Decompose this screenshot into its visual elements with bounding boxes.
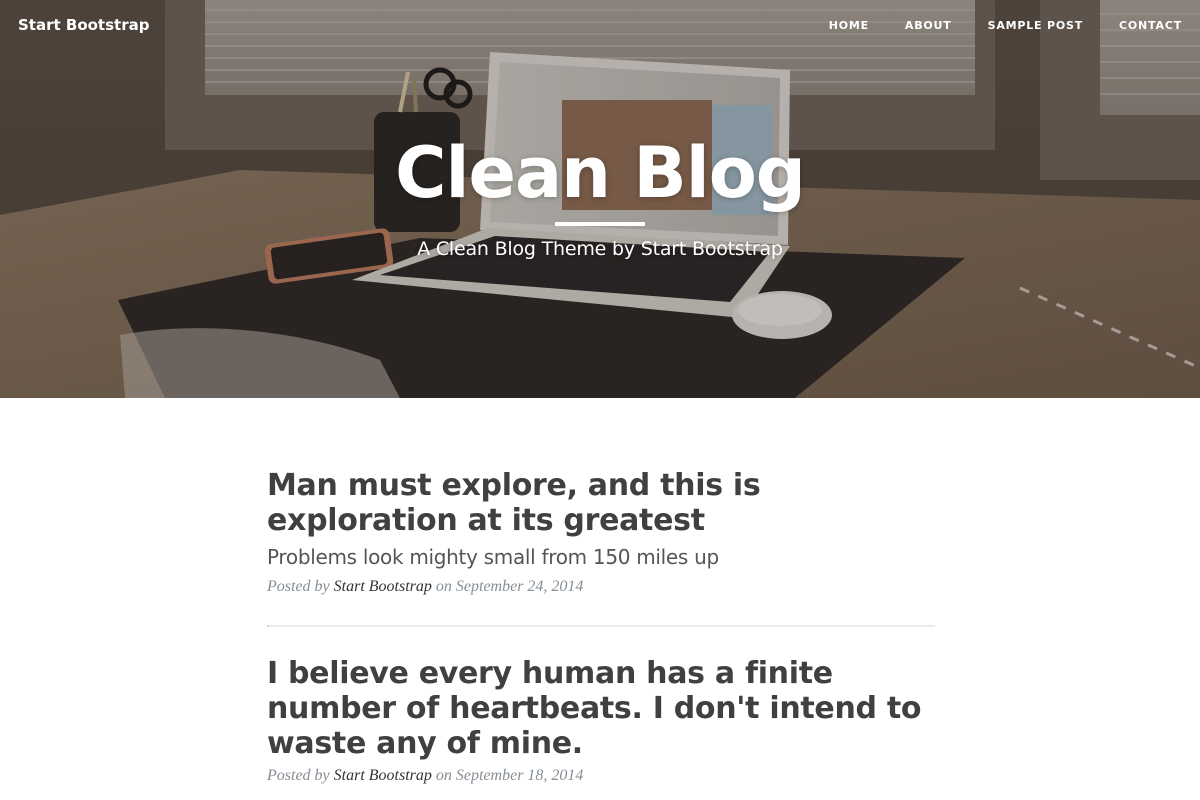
post-meta-on: on	[435, 767, 452, 784]
post-preview-1[interactable]: Man must explore, and this is exploratio…	[267, 468, 935, 570]
nav-link-home[interactable]: HOME	[793, 19, 869, 32]
post-meta: Posted by Start Bootstrap on September 1…	[267, 767, 935, 785]
nav-item-about: ABOUT	[869, 19, 952, 32]
nav-item-sample-post: SAMPLE POST	[952, 19, 1083, 32]
main-navbar: Start Bootstrap HOME ABOUT SAMPLE POST C…	[0, 0, 1200, 54]
nav-item-contact: CONTACT	[1083, 19, 1182, 32]
post-meta-prefix: Posted by	[267, 578, 330, 595]
masthead: Start Bootstrap HOME ABOUT SAMPLE POST C…	[0, 0, 1200, 398]
site-heading: Clean Blog A Clean Blog Theme by Start B…	[0, 130, 1200, 260]
brand-link[interactable]: Start Bootstrap	[18, 16, 149, 34]
site-subtitle: A Clean Blog Theme by Start Bootstrap	[417, 238, 783, 260]
post-title[interactable]: Man must explore, and this is exploratio…	[267, 468, 935, 538]
site-title: Clean Blog	[395, 132, 806, 214]
nav-links: HOME ABOUT SAMPLE POST CONTACT	[793, 19, 1182, 32]
nav-link-about[interactable]: ABOUT	[869, 19, 952, 32]
post-author-link[interactable]: Start Bootstrap	[334, 578, 432, 595]
post-list: Man must explore, and this is exploratio…	[267, 468, 935, 785]
post-subtitle[interactable]: Problems look mighty small from 150 mile…	[267, 544, 935, 570]
post-meta-prefix: Posted by	[267, 767, 330, 784]
nav-link-sample-post[interactable]: SAMPLE POST	[952, 19, 1083, 32]
post-divider	[267, 625, 935, 627]
post-date: September 24, 2014	[455, 578, 584, 595]
post-date: September 18, 2014	[455, 767, 584, 784]
post-title[interactable]: I believe every human has a finite numbe…	[267, 656, 935, 761]
post-preview-2[interactable]: I believe every human has a finite numbe…	[267, 656, 935, 761]
nav-item-home: HOME	[793, 19, 869, 32]
post-meta: Posted by Start Bootstrap on September 2…	[267, 578, 935, 596]
post-meta-on: on	[435, 578, 452, 595]
post-author-link[interactable]: Start Bootstrap	[334, 767, 432, 784]
title-divider	[555, 222, 645, 226]
nav-link-contact[interactable]: CONTACT	[1083, 19, 1182, 32]
